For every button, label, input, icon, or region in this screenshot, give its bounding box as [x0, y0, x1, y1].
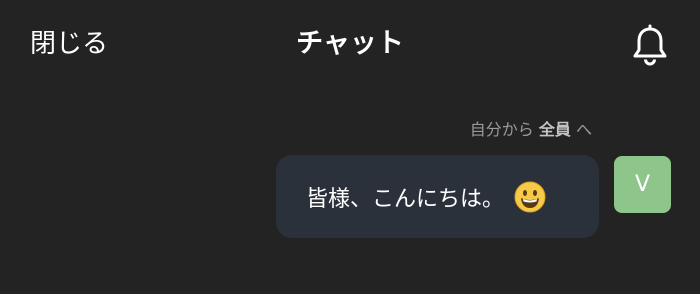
bell-icon[interactable] [630, 24, 670, 66]
avatar: V [614, 156, 671, 213]
message-text: 皆様、こんにちは。 [306, 186, 505, 212]
to-label: へ [575, 120, 592, 139]
chat-screen: 閉じる チャット 自分から 全員 へ 皆様、こんにちは。 V [0, 0, 700, 294]
message-bubble: 皆様、こんにちは。 [276, 155, 599, 238]
grinning-face-emoji-icon [514, 181, 546, 213]
message-recipient-line: 自分から 全員 へ [470, 119, 592, 141]
from-label: 自分から [469, 120, 534, 139]
chat-header: 閉じる チャット [0, 0, 700, 90]
recipient-label: 全員 [538, 120, 571, 139]
page-title: チャット [296, 28, 404, 59]
